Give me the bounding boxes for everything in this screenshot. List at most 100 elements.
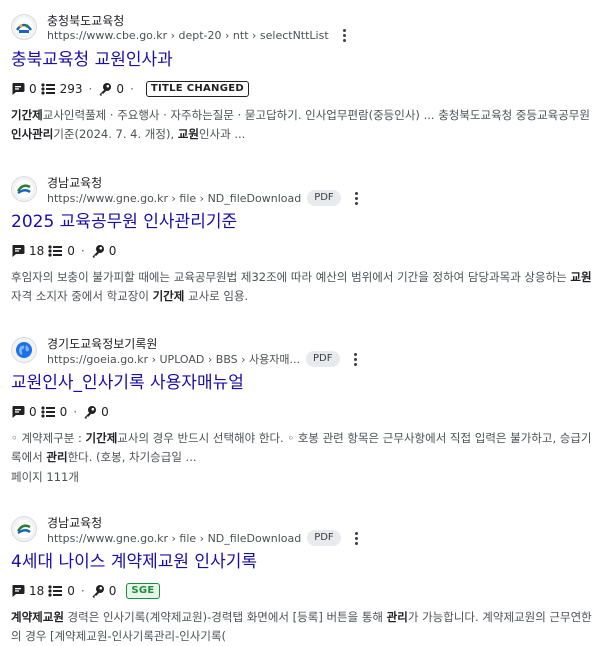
separator: ·: [80, 584, 85, 598]
result-title-link[interactable]: 4세대 나이스 계약제교원 인사기록: [11, 551, 597, 573]
comments-count: 18: [29, 244, 45, 258]
snippet-text: 경력은 인사기록(계약제교원)-경력탭 화면에서 [등록] 버튼을 통해: [63, 610, 387, 624]
more-options-icon[interactable]: [339, 28, 349, 42]
list-icon: [48, 245, 63, 257]
key-icon: [92, 585, 104, 598]
lists-metric: 293: [41, 82, 83, 96]
lists-metric: 0: [41, 405, 68, 419]
snippet-highlight: 기간제: [152, 289, 185, 303]
keys-metric: 0: [91, 244, 117, 258]
result-title-link[interactable]: 교원인사_인사기록 사용자매뉴얼: [11, 372, 597, 394]
separator: ·: [73, 405, 78, 419]
url-line: https://www.gne.go.kr › file › ND_fileDo…: [47, 190, 361, 206]
comments-metric: 0: [11, 82, 37, 96]
sge-tag: SGE: [126, 583, 160, 599]
site-name: 경남교육청: [47, 176, 103, 190]
gne-logo-icon: [11, 176, 37, 202]
separator: ·: [80, 244, 85, 258]
result-snippet: ◦ 계약제구분 : 기간제교사의 경우 반드시 선택해야 한다. ◦ 호봉 관련…: [11, 429, 597, 467]
list-icon: [41, 83, 55, 95]
snippet-highlight: 기간제: [85, 431, 118, 445]
comment-icon: [12, 83, 25, 95]
comments-metric: 0: [11, 405, 37, 419]
separator: ·: [88, 82, 93, 96]
keys-count: 0: [101, 405, 109, 419]
comments-count: 0: [29, 405, 37, 419]
site-name: 경남교육청: [47, 516, 103, 530]
pdf-badge: PDF: [307, 530, 341, 546]
separator: ·: [130, 82, 134, 96]
result-url[interactable]: https://goeia.go.kr › UPLOAD › BBS › 사용자…: [47, 351, 300, 367]
keys-metric: 0: [83, 405, 109, 419]
result-metrics: 0 0 · 0: [11, 403, 597, 421]
result-title-link[interactable]: 2025 교육공무원 인사관리기준: [11, 211, 597, 233]
snippet-text: 기준(2024. 7. 4. 개정),: [53, 127, 178, 141]
search-result-4: 경남교육청 https://www.gne.go.kr › file › ND_…: [11, 510, 597, 646]
lists-count: 0: [67, 584, 75, 598]
result-url[interactable]: https://www.cbe.go.kr › dept-20 › ntt › …: [47, 29, 329, 42]
more-options-icon[interactable]: [351, 531, 361, 545]
result-snippet: 기간제교사인력풀제 · 주요행사 · 자주하는질문 · 묻고답하기. 인사업무편…: [11, 106, 597, 144]
result-url[interactable]: https://www.gne.go.kr › file › ND_fileDo…: [47, 192, 301, 205]
keys-count: 0: [108, 584, 117, 598]
lists-metric: 0: [48, 584, 75, 598]
pdf-badge: PDF: [307, 190, 341, 206]
comments-count: 18: [29, 584, 45, 598]
snippet-highlight: 기간제: [11, 108, 43, 122]
comment-icon: [12, 406, 25, 418]
more-options-icon[interactable]: [351, 191, 361, 205]
more-options-icon[interactable]: [350, 352, 360, 366]
keys-count: 0: [116, 82, 125, 96]
lists-count: 0: [59, 405, 68, 419]
url-line: https://goeia.go.kr › UPLOAD › BBS › 사용자…: [47, 351, 360, 367]
result-url[interactable]: https://www.gne.go.kr › file › ND_fileDo…: [47, 532, 301, 545]
site-name: 충청북도교육청: [47, 14, 125, 28]
keys-metric: 0: [91, 584, 117, 598]
snippet-highlight: 관리: [46, 450, 68, 464]
url-line: https://www.cbe.go.kr › dept-20 › ntt › …: [47, 28, 349, 42]
title-changed-tag: TITLE CHANGED: [145, 81, 249, 97]
list-icon: [41, 406, 55, 418]
lists-count: 0: [67, 244, 75, 258]
keys-count: 0: [108, 244, 117, 258]
keys-metric: 0: [98, 82, 124, 96]
site-name: 경기도교육정보기록원: [47, 337, 158, 351]
snippet-text: ◦ 계약제구분 :: [11, 431, 86, 445]
result-metrics: 0 293 · 0 · TITLE CHANGED: [11, 80, 597, 98]
snippet-text: 인사과 ...: [198, 127, 246, 141]
snippet-highlight: 교원: [177, 127, 199, 141]
globe-icon: [11, 337, 37, 363]
site-header[interactable]: 충청북도교육청 https://www.cbe.go.kr › dept-20 …: [11, 8, 597, 44]
site-header[interactable]: 경남교육청 https://www.gne.go.kr › file › ND_…: [11, 510, 597, 546]
snippet-highlight: 계약제교원: [11, 610, 64, 624]
comments-metric: 18: [11, 584, 44, 598]
snippet-highlight: 관리: [386, 610, 408, 624]
comment-icon: [12, 585, 25, 597]
search-result-2: 경남교육청 https://www.gne.go.kr › file › ND_…: [11, 170, 597, 306]
snippet-text: 한다. (호봉, 차기승급일 ...: [67, 450, 197, 464]
result-snippet: 계약제교원 경력은 인사기록(계약제교원)-경력탭 화면에서 [등록] 버튼을 …: [11, 608, 597, 646]
cbe-emblem-icon: [11, 14, 37, 40]
site-header[interactable]: 경기도교육정보기록원 https://goeia.go.kr › UPLOAD …: [11, 331, 597, 367]
comment-icon: [12, 245, 25, 257]
snippet-text: 자격 소지자 중에서 학교장이: [11, 289, 153, 303]
key-icon: [84, 406, 97, 419]
pdf-badge: PDF: [306, 351, 340, 367]
comments-count: 0: [29, 82, 37, 96]
result-snippet: 후임자의 보충이 불가피할 때에는 교육공무원법 제32조에 따라 예산의 범위…: [11, 268, 597, 306]
search-result-1: 충청북도교육청 https://www.cbe.go.kr › dept-20 …: [11, 8, 597, 144]
comments-metric: 18: [11, 244, 44, 258]
snippet-text: 교사인력풀제 · 주요행사 · 자주하는질문 · 묻고답하기. 인사업무편람(중…: [42, 108, 590, 122]
snippet-text: 후임자의 보충이 불가피할 때에는 교육공무원법 제32조에 따라 예산의 범위…: [11, 270, 571, 284]
gne-logo-icon: [11, 516, 37, 542]
result-title-link[interactable]: 충북교육청 교원인사과: [11, 49, 597, 71]
url-line: https://www.gne.go.kr › file › ND_fileDo…: [47, 530, 361, 546]
snippet-highlight: 교원: [570, 270, 592, 284]
key-icon: [92, 245, 104, 258]
result-metrics: 18 0 · 0: [11, 242, 597, 260]
snippet-text: 교사로 임용.: [184, 289, 249, 303]
page-count: 페이지 111개: [11, 470, 79, 484]
key-icon: [99, 83, 112, 96]
lists-count: 293: [59, 82, 83, 96]
site-header[interactable]: 경남교육청 https://www.gne.go.kr › file › ND_…: [11, 170, 597, 206]
